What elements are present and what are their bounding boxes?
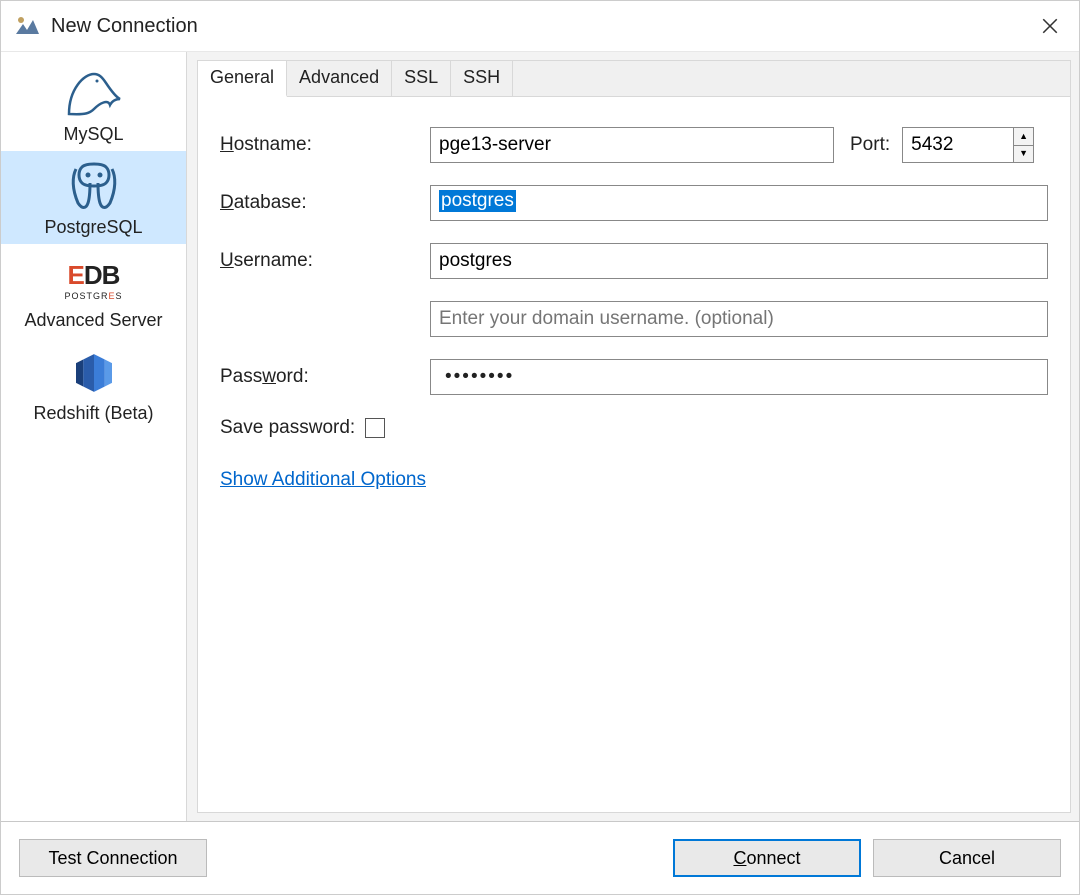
database-value-selected: postgres xyxy=(439,190,516,212)
port-spinner[interactable]: ▲ ▼ xyxy=(902,127,1034,163)
row-username: Username: xyxy=(220,243,1048,279)
row-domain xyxy=(220,301,1048,337)
domain-username-input[interactable] xyxy=(430,301,1048,337)
username-input[interactable] xyxy=(430,243,1048,279)
redshift-icon xyxy=(5,345,182,401)
password-label: Password: xyxy=(220,366,430,388)
close-button[interactable] xyxy=(1035,11,1065,41)
port-label: Port: xyxy=(850,134,890,156)
password-input[interactable]: •••••••• xyxy=(430,359,1048,395)
connect-button[interactable]: Connect xyxy=(673,839,861,877)
save-password-label: Save password: xyxy=(220,417,355,439)
dialog-footer: Test Connection Connect Cancel xyxy=(1,822,1079,894)
mysql-icon xyxy=(5,66,182,122)
database-label: Database: xyxy=(220,192,430,214)
tab-ssh[interactable]: SSH xyxy=(451,61,513,96)
username-label: Username: xyxy=(220,250,430,272)
dialog-body: MySQL PostgreSQL EDB POSTGRES Advanced S… xyxy=(1,51,1079,822)
sidebar-item-label: Redshift (Beta) xyxy=(5,403,182,424)
titlebar: New Connection xyxy=(1,1,1079,51)
sidebar-item-postgresql[interactable]: PostgreSQL xyxy=(1,151,186,244)
postgresql-icon xyxy=(5,159,182,215)
sidebar-item-label: Advanced Server xyxy=(5,310,182,331)
general-form: Hostname: Port: ▲ ▼ Database: xyxy=(198,97,1070,523)
window-title: New Connection xyxy=(51,15,1035,38)
sidebar-item-label: PostgreSQL xyxy=(5,217,182,238)
tab-advanced[interactable]: Advanced xyxy=(287,61,392,96)
tab-bar: General Advanced SSL SSH xyxy=(198,61,1070,97)
main-panel: General Advanced SSL SSH Hostname: Port:… xyxy=(197,60,1071,813)
tab-general[interactable]: General xyxy=(198,61,287,97)
port-input[interactable] xyxy=(903,128,1013,162)
sidebar-item-label: MySQL xyxy=(5,124,182,145)
port-spin-buttons: ▲ ▼ xyxy=(1013,128,1033,162)
sidebar-item-redshift[interactable]: Redshift (Beta) xyxy=(1,337,186,430)
close-icon xyxy=(1041,17,1059,35)
sidebar-item-mysql[interactable]: MySQL xyxy=(1,58,186,151)
row-show-more: Show Additional Options xyxy=(220,469,1048,491)
row-hostname: Hostname: Port: ▲ ▼ xyxy=(220,127,1048,163)
row-database: Database: postgres xyxy=(220,185,1048,221)
row-save-password: Save password: xyxy=(220,417,1048,439)
edb-icon: EDB POSTGRES xyxy=(5,252,182,308)
database-input[interactable] xyxy=(430,185,1048,221)
tab-ssl[interactable]: SSL xyxy=(392,61,451,96)
show-additional-options-link[interactable]: Show Additional Options xyxy=(220,469,426,491)
hostname-input[interactable] xyxy=(430,127,834,163)
row-password: Password: •••••••• xyxy=(220,359,1048,395)
port-up-button[interactable]: ▲ xyxy=(1014,128,1033,146)
test-connection-button[interactable]: Test Connection xyxy=(19,839,207,877)
cancel-button[interactable]: Cancel xyxy=(873,839,1061,877)
sidebar-item-advanced-server[interactable]: EDB POSTGRES Advanced Server xyxy=(1,244,186,337)
db-type-sidebar: MySQL PostgreSQL EDB POSTGRES Advanced S… xyxy=(1,52,187,821)
app-icon xyxy=(13,14,41,38)
save-password-checkbox[interactable] xyxy=(365,418,385,438)
hostname-label: Hostname: xyxy=(220,134,430,156)
port-down-button[interactable]: ▼ xyxy=(1014,146,1033,163)
